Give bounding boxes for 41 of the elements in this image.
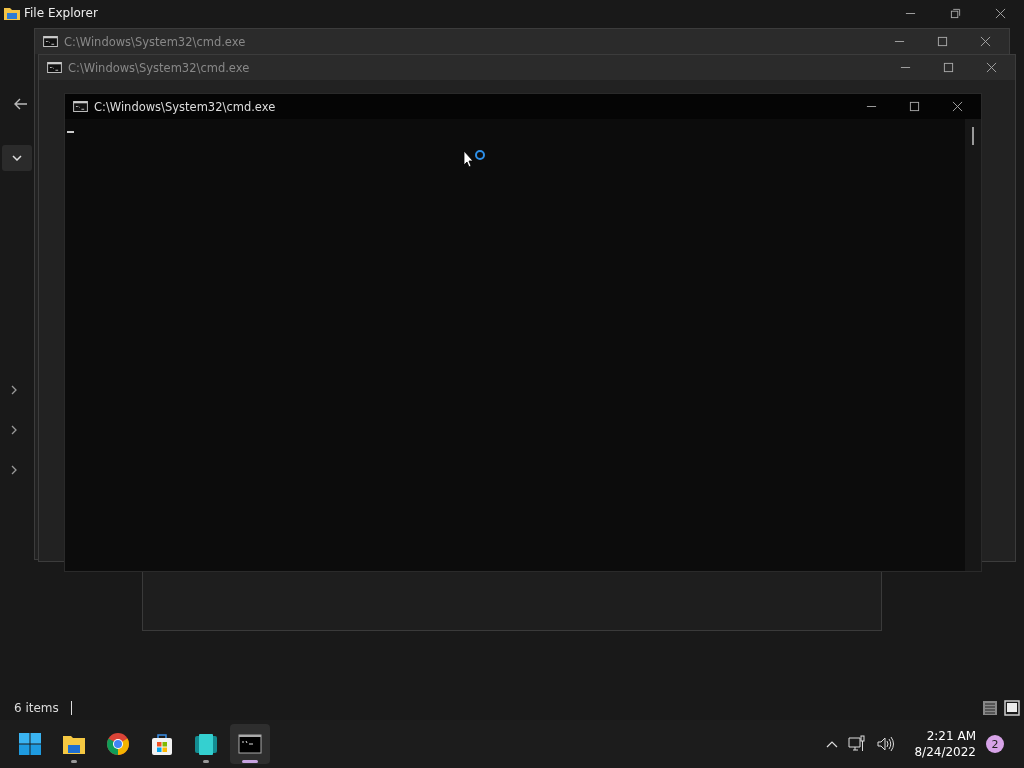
notification-badge[interactable]: 2 xyxy=(986,735,1004,753)
browser-icon xyxy=(106,732,130,756)
close-icon[interactable] xyxy=(995,7,1006,19)
folder-icon xyxy=(4,6,20,20)
busy-cursor-icon xyxy=(463,150,487,170)
console-icon xyxy=(43,36,58,47)
window-title: C:\Windows\System32\cmd.exe xyxy=(68,60,250,75)
restore-icon[interactable] xyxy=(950,7,961,19)
tiles-view-icon[interactable] xyxy=(1004,700,1020,716)
close-icon[interactable] xyxy=(952,101,963,112)
maximize-icon[interactable] xyxy=(909,101,920,112)
console-icon xyxy=(73,101,88,112)
chevron-icon[interactable] xyxy=(10,424,18,436)
back-arrow-icon[interactable] xyxy=(14,98,28,110)
clock[interactable]: 2:21 AM 8/24/2022 xyxy=(914,728,976,760)
item-count: 6 items xyxy=(14,701,72,715)
shopping-bag-icon xyxy=(150,732,174,756)
windows-logo-icon xyxy=(18,732,42,756)
close-icon[interactable] xyxy=(986,62,997,73)
chevron-down-icon xyxy=(12,155,22,161)
console-icon xyxy=(238,732,262,756)
chevron-up-icon[interactable] xyxy=(826,740,839,748)
close-icon[interactable] xyxy=(980,36,991,47)
app-icon xyxy=(194,732,218,756)
window-title: C:\Windows\System32\cmd.exe xyxy=(64,34,246,49)
chevron-icon[interactable] xyxy=(10,464,18,476)
volume-icon[interactable] xyxy=(876,735,895,753)
window-title: File Explorer xyxy=(24,6,98,20)
expand-button[interactable] xyxy=(2,145,32,171)
console-icon xyxy=(47,62,62,73)
details-view-icon[interactable] xyxy=(982,700,998,716)
scrollbar[interactable] xyxy=(965,119,981,571)
window-title: C:\Windows\System32\cmd.exe xyxy=(94,99,276,114)
time-text: 2:21 AM xyxy=(926,728,976,744)
date-text: 8/24/2022 xyxy=(914,744,976,760)
text-cursor xyxy=(67,131,74,133)
taskbar-app[interactable] xyxy=(230,724,270,764)
maximize-icon[interactable] xyxy=(943,62,954,73)
network-icon[interactable] xyxy=(848,735,867,753)
maximize-icon[interactable] xyxy=(937,36,948,47)
chevron-icon[interactable] xyxy=(10,384,18,396)
